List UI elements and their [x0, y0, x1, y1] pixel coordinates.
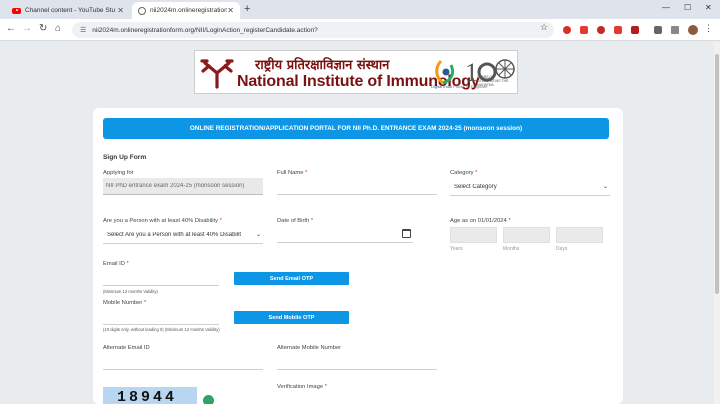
- youtube-icon: [12, 7, 21, 14]
- applying-for-field: NII PhD entrance exam 2024-25 (monsoon s…: [103, 178, 263, 195]
- alt-email-label: Alternate Email ID: [103, 345, 150, 351]
- full-name-label: Full Name *: [277, 170, 308, 176]
- age-days-caption: Days: [556, 246, 568, 252]
- close-icon[interactable]: ✕: [227, 6, 234, 15]
- mobile-input[interactable]: [103, 308, 219, 325]
- verification-label: Verification Image *: [277, 384, 327, 390]
- email-label: Email ID *: [103, 261, 129, 267]
- disability-selected-value: Select Are you a Person with at least 40…: [107, 232, 242, 238]
- reload-icon[interactable]: ↻: [39, 23, 47, 34]
- new-tab-icon[interactable]: +: [244, 3, 250, 15]
- portal-title: ONLINE REGISTRATION/APPLICATION PORTAL F…: [189, 125, 523, 132]
- address-bar[interactable]: ☰ nii2024m.onlineregistrationform.org/NI…: [72, 22, 554, 38]
- extension-icon[interactable]: [580, 26, 588, 34]
- maximize-icon[interactable]: ☐: [684, 3, 691, 12]
- category-label: Category *: [450, 170, 478, 176]
- extension-icon[interactable]: [631, 26, 639, 34]
- captcha-image: 18944: [103, 387, 197, 404]
- portal-header: ONLINE REGISTRATION/APPLICATION PORTAL F…: [103, 118, 609, 139]
- captcha-text: 18944: [117, 389, 178, 404]
- url-text: nii2024m.onlineregistrationform.org/NII/…: [92, 26, 318, 34]
- tab-bar: Channel content - YouTube Stu ✕ nii2024m…: [0, 0, 720, 19]
- close-window-icon[interactable]: ✕: [705, 3, 712, 12]
- send-mobile-otp-button[interactable]: Send Mobile OTP: [234, 311, 349, 324]
- chevron-down-icon: ⌄: [602, 184, 608, 190]
- institute-hindi-name: राष्ट्रीय प्रतिरक्षाविज्ञान संस्थान: [255, 58, 390, 73]
- section-title: Sign Up Form: [103, 154, 147, 161]
- institute-banner: राष्ट्रीय प्रतिरक्षाविज्ञान संस्थान Nati…: [194, 50, 518, 94]
- email-hint: (Minimum 12 months Validity): [103, 289, 158, 294]
- dob-input[interactable]: [277, 226, 413, 243]
- minimize-icon[interactable]: —: [662, 3, 670, 12]
- site-info-icon[interactable]: ☰: [80, 26, 86, 34]
- home-icon[interactable]: ⌂: [55, 23, 61, 34]
- age-years-field: [450, 227, 497, 243]
- dob-label: Date of Birth *: [277, 218, 314, 224]
- alt-mobile-label: Alternate Mobile Number: [277, 345, 342, 351]
- alt-mobile-input[interactable]: [277, 353, 437, 370]
- tab-registration[interactable]: nii2024m.onlineregistrationfo ✕: [132, 2, 240, 19]
- send-email-otp-button[interactable]: Send Email OTP: [234, 272, 349, 285]
- age-days-field: [556, 227, 603, 243]
- category-selected-value: Select Category: [454, 184, 497, 190]
- captcha-refresh-icon[interactable]: [203, 395, 214, 404]
- anniversary-caption: YEARS OF CELEBRATING THE MAHATMA: [477, 75, 509, 88]
- menu-icon[interactable]: ⋮: [704, 23, 713, 34]
- tab-label: Channel content - YouTube Stu: [25, 7, 116, 14]
- mobile-label: Mobile Number *: [103, 300, 147, 306]
- avatar[interactable]: [688, 25, 698, 35]
- extensions-puzzle-icon[interactable]: [654, 26, 662, 34]
- applying-for-value: NII PhD entrance exam 2024-25 (monsoon s…: [106, 183, 245, 189]
- bookmark-star-icon[interactable]: ☆: [540, 22, 548, 33]
- chevron-down-icon: ⌄: [255, 232, 261, 238]
- page-scrollbar[interactable]: [714, 42, 720, 404]
- back-icon[interactable]: ←: [6, 23, 16, 34]
- age-years-caption: Years: [450, 246, 463, 252]
- browser-toolbar: ← → ↻ ⌂ ☰ nii2024m.onlineregistrationfor…: [0, 19, 720, 41]
- email-input[interactable]: [103, 269, 219, 286]
- globe-icon: [138, 6, 146, 15]
- nii-logo-icon: [200, 59, 234, 89]
- age-months-caption: Months: [503, 246, 520, 252]
- extension-adblock-icon[interactable]: [563, 26, 571, 34]
- forward-icon[interactable]: →: [22, 23, 32, 34]
- applying-for-label: Applying for: [103, 170, 134, 176]
- disability-select[interactable]: Select Are you a Person with at least 40…: [103, 227, 263, 244]
- close-icon[interactable]: ✕: [117, 6, 124, 15]
- full-name-input[interactable]: [277, 178, 437, 195]
- age-months-field: [503, 227, 550, 243]
- extension-record-icon[interactable]: [597, 26, 605, 34]
- category-select[interactable]: Select Category ⌄: [450, 179, 610, 196]
- disability-label: Are you a Person with at least 40% Disab…: [103, 218, 222, 224]
- tab-youtube-studio[interactable]: Channel content - YouTube Stu ✕: [6, 2, 130, 19]
- scrollbar-thumb[interactable]: [715, 54, 719, 294]
- tab-label: nii2024m.onlineregistrationfo: [150, 7, 228, 14]
- extension-icon[interactable]: [614, 26, 622, 34]
- age-label: Age as on 01/01/2024 *: [450, 218, 511, 224]
- alt-email-input[interactable]: [103, 353, 263, 370]
- digital-india-logo-icon: [435, 59, 455, 85]
- calendar-icon[interactable]: [402, 229, 411, 238]
- sidebar-icon[interactable]: [671, 26, 679, 34]
- mobile-hint: (10 digits only, without leading 0) (Min…: [103, 327, 220, 332]
